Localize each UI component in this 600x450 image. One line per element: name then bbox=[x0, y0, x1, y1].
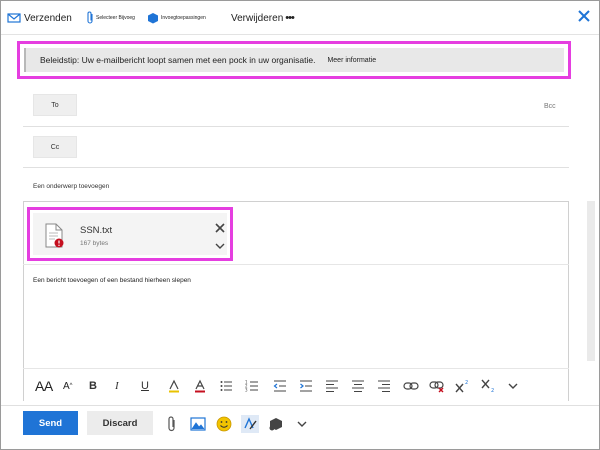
paperclip-icon bbox=[87, 11, 93, 24]
image-icon bbox=[190, 417, 206, 431]
align-center-icon bbox=[352, 380, 364, 392]
signature-button[interactable] bbox=[241, 415, 259, 433]
cc-button[interactable]: Cc bbox=[33, 136, 77, 158]
chevron-down-icon[interactable] bbox=[215, 243, 225, 250]
more-info-link[interactable]: Meer informatie bbox=[327, 57, 376, 64]
error-badge-icon bbox=[54, 238, 64, 248]
more-formatting-button[interactable] bbox=[507, 377, 519, 395]
more-options-button[interactable]: ••• bbox=[285, 12, 295, 24]
subscript-button[interactable]: 2 bbox=[481, 377, 497, 395]
insert-link-button[interactable] bbox=[403, 377, 419, 395]
attachment-size: 167 bytes bbox=[80, 240, 109, 247]
remove-attachment-icon[interactable] bbox=[215, 223, 225, 233]
to-button[interactable]: To bbox=[33, 94, 77, 116]
emoji-icon bbox=[216, 416, 232, 432]
chevron-down-icon bbox=[297, 421, 307, 427]
align-left-icon bbox=[326, 380, 338, 392]
highlight-icon bbox=[169, 379, 179, 393]
underline-button[interactable]: U bbox=[141, 377, 149, 395]
align-right-icon bbox=[378, 380, 390, 392]
remove-link-icon bbox=[429, 381, 444, 393]
verzenden-label: Verzenden bbox=[24, 12, 72, 24]
addins-action-button[interactable] bbox=[267, 415, 285, 433]
paperclip-icon bbox=[168, 416, 175, 432]
align-left-button[interactable] bbox=[325, 377, 339, 395]
bullets-button[interactable] bbox=[219, 377, 233, 395]
svg-text:2: 2 bbox=[491, 388, 494, 393]
link-icon bbox=[403, 382, 419, 390]
bcc-button[interactable]: Bcc bbox=[544, 103, 556, 110]
svg-text:3: 3 bbox=[245, 388, 248, 393]
addins-icon bbox=[148, 13, 158, 24]
policy-tip-highlight: Beleidstip: Uw e-mailbericht loopt samen… bbox=[17, 41, 571, 79]
send-icon bbox=[7, 13, 21, 23]
policy-tip: Beleidstip: Uw e-mailbericht loopt samen… bbox=[24, 48, 564, 72]
emoji-button[interactable] bbox=[215, 415, 233, 433]
superscript-icon: 2 bbox=[455, 380, 468, 393]
indent-button[interactable] bbox=[299, 377, 313, 395]
attachment-divider bbox=[23, 264, 569, 265]
font-size-button[interactable]: AA bbox=[35, 377, 53, 395]
attachment-card[interactable]: SSN.txt 167 bytes bbox=[33, 213, 227, 255]
align-center-button[interactable] bbox=[351, 377, 365, 395]
numbering-icon: 1 2 3 bbox=[245, 380, 258, 393]
to-divider bbox=[23, 126, 569, 127]
file-icon bbox=[45, 223, 64, 248]
cc-divider bbox=[23, 167, 569, 168]
addins-label: Invoegtoepassingen bbox=[161, 15, 206, 21]
policy-tip-text: Beleidstip: Uw e-mailbericht loopt samen… bbox=[40, 55, 316, 65]
subject-input[interactable]: Een onderwerp toevoegen bbox=[33, 183, 109, 190]
superscript-button[interactable]: 2 bbox=[455, 377, 471, 395]
send-button[interactable]: Send bbox=[23, 411, 78, 435]
italic-button[interactable]: I bbox=[115, 377, 119, 395]
command-bar: Verzenden Selecteer Bijvoeg Invoegtoepas… bbox=[1, 1, 599, 35]
numbering-button[interactable]: 1 2 3 bbox=[245, 377, 259, 395]
attach-button[interactable]: Selecteer Bijvoeg bbox=[87, 7, 135, 29]
scrollbar[interactable] bbox=[587, 201, 595, 361]
addins-button[interactable]: Invoegtoepassingen bbox=[147, 7, 206, 29]
align-right-button[interactable] bbox=[377, 377, 391, 395]
insert-image-button[interactable] bbox=[189, 415, 207, 433]
signature-icon bbox=[244, 417, 257, 430]
outdent-icon bbox=[273, 380, 286, 392]
verwijderen-button[interactable]: Verwijderen ••• bbox=[231, 7, 295, 29]
format-toolbar-divider bbox=[23, 368, 569, 369]
svg-text:2: 2 bbox=[465, 380, 468, 386]
font-color-icon bbox=[195, 379, 205, 393]
bold-button[interactable]: B bbox=[89, 377, 97, 395]
chevron-down-icon bbox=[508, 383, 518, 389]
verzenden-button[interactable]: Verzenden bbox=[7, 7, 72, 29]
bullets-icon bbox=[220, 381, 232, 391]
outdent-button[interactable] bbox=[273, 377, 287, 395]
close-icon[interactable] bbox=[577, 9, 591, 23]
attachment-highlight: SSN.txt 167 bytes bbox=[27, 207, 233, 261]
attach-file-button[interactable] bbox=[163, 415, 181, 433]
message-body-input[interactable]: Een bericht toevoegen of een bestand hie… bbox=[33, 277, 191, 284]
more-actions-button[interactable] bbox=[293, 415, 311, 433]
subscript-icon: 2 bbox=[481, 379, 494, 393]
verwijderen-label: Verwijderen bbox=[231, 12, 284, 24]
grow-font-label: A bbox=[63, 380, 70, 392]
compose-window: Verzenden Selecteer Bijvoeg Invoegtoepas… bbox=[0, 0, 600, 450]
font-color-button[interactable] bbox=[193, 377, 207, 395]
remove-link-button[interactable] bbox=[429, 377, 445, 395]
discard-button[interactable]: Discard bbox=[87, 411, 153, 435]
grow-font-button[interactable]: A ^ bbox=[63, 377, 73, 395]
indent-icon bbox=[300, 380, 312, 392]
attach-label: Selecteer Bijvoeg bbox=[96, 15, 135, 21]
highlight-button[interactable] bbox=[167, 377, 181, 395]
attachment-name: SSN.txt bbox=[80, 225, 113, 236]
addins-icon bbox=[269, 418, 282, 431]
